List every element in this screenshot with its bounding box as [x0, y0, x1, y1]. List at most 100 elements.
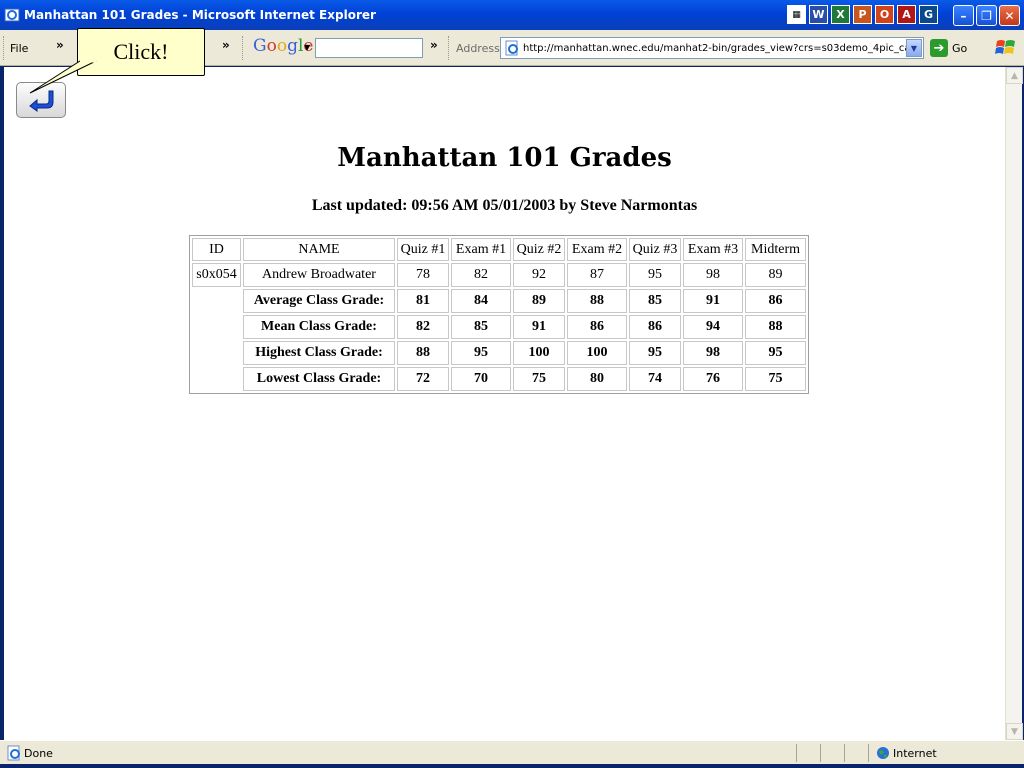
google-dropdown-icon[interactable]: ▼ — [304, 43, 310, 52]
address-url[interactable]: http://manhattan.wnec.edu/manhat2-bin/gr… — [523, 43, 906, 54]
go-label: Go — [952, 41, 968, 55]
col-header-exam1: Exam #1 — [451, 238, 511, 261]
blank-cell — [192, 289, 241, 313]
vertical-scrollbar[interactable]: ▲ ▼ — [1005, 67, 1023, 740]
status-separator — [868, 744, 869, 762]
blank-cell — [192, 367, 241, 391]
stat-cell: 72 — [397, 367, 449, 391]
stat-row-average: Average Class Grade: 81 84 89 88 85 91 8… — [192, 289, 806, 313]
stat-cell: 85 — [451, 315, 511, 339]
stat-cell: 84 — [451, 289, 511, 313]
score-cell: 87 — [567, 263, 627, 287]
stat-cell: 89 — [513, 289, 565, 313]
chevron-more-icon[interactable]: » — [56, 38, 64, 52]
stat-cell: 85 — [629, 289, 681, 313]
score-cell: 98 — [683, 263, 743, 287]
stat-cell: 100 — [513, 341, 565, 365]
col-header-exam3: Exam #3 — [683, 238, 743, 261]
stat-label: Average Class Grade: — [243, 289, 395, 313]
access-icon[interactable]: A — [897, 5, 916, 24]
stat-cell: 94 — [683, 315, 743, 339]
callout-pointer — [29, 60, 97, 94]
page-done-icon — [6, 745, 22, 761]
stat-cell: 95 — [629, 341, 681, 365]
status-separator — [796, 744, 797, 762]
stat-cell: 95 — [451, 341, 511, 365]
stat-cell: 75 — [513, 367, 565, 391]
google-search-input[interactable] — [315, 38, 423, 58]
stat-cell: 70 — [451, 367, 511, 391]
scroll-down-icon[interactable]: ▼ — [1006, 723, 1023, 740]
address-dropdown-icon[interactable]: ▼ — [906, 39, 922, 57]
grades-table: ID NAME Quiz #1 Exam #1 Quiz #2 Exam #2 … — [189, 235, 809, 394]
powerpoint-icon[interactable]: P — [853, 5, 872, 24]
toolbar-grip[interactable] — [3, 36, 6, 60]
stat-cell: 95 — [745, 341, 806, 365]
close-icon[interactable]: ✕ — [999, 5, 1020, 26]
title-bar: Manhattan 101 Grades - Microsoft Interne… — [0, 0, 1024, 30]
stat-cell: 86 — [745, 289, 806, 313]
stat-cell: 100 — [567, 341, 627, 365]
page-icon — [504, 40, 520, 56]
stat-row-highest: Highest Class Grade: 88 95 100 100 95 98… — [192, 341, 806, 365]
window-controls: – ❐ ✕ — [953, 5, 1020, 26]
status-bar: Done Internet — [0, 740, 1024, 764]
status-separator — [820, 744, 821, 762]
score-cell: 89 — [745, 263, 806, 287]
excel-icon[interactable]: X — [831, 5, 850, 24]
stat-row-lowest: Lowest Class Grade: 72 70 75 80 74 76 75 — [192, 367, 806, 391]
stat-label: Lowest Class Grade: — [243, 367, 395, 391]
stat-cell: 76 — [683, 367, 743, 391]
address-label: Address — [456, 42, 500, 55]
page-content: Manhattan 101 Grades Last updated: 09:56… — [4, 67, 1005, 740]
stat-cell: 82 — [397, 315, 449, 339]
window-frame-bottom — [0, 764, 1024, 768]
word-icon[interactable]: W — [809, 5, 828, 24]
stat-label: Highest Class Grade: — [243, 341, 395, 365]
stat-cell: 91 — [513, 315, 565, 339]
score-cell: 92 — [513, 263, 565, 287]
office-app-icon[interactable]: G — [919, 5, 938, 24]
status-separator — [844, 744, 845, 762]
last-updated: Last updated: 09:56 AM 05/01/2003 by Ste… — [311, 197, 698, 214]
window-title: Manhattan 101 Grades - Microsoft Interne… — [24, 8, 376, 22]
chevron-more-icon[interactable]: » — [430, 38, 438, 52]
score-cell: 95 — [629, 263, 681, 287]
stat-cell: 80 — [567, 367, 627, 391]
stat-cell: 88 — [397, 341, 449, 365]
col-header-quiz3: Quiz #3 — [629, 238, 681, 261]
stat-cell: 91 — [683, 289, 743, 313]
stat-row-mean: Mean Class Grade: 82 85 91 86 86 94 88 — [192, 315, 806, 339]
minimize-icon[interactable]: – — [953, 5, 974, 26]
col-header-name: NAME — [243, 238, 395, 261]
internet-globe-icon — [876, 746, 890, 760]
stat-cell: 88 — [567, 289, 627, 313]
toolbar-grip[interactable] — [448, 36, 451, 60]
toolbar-grip[interactable] — [242, 36, 245, 60]
student-name: Andrew Broadwater — [243, 263, 395, 287]
score-cell: 78 — [397, 263, 449, 287]
table-header-row: ID NAME Quiz #1 Exam #1 Quiz #2 Exam #2 … — [192, 238, 806, 261]
status-text: Done — [24, 747, 53, 760]
stat-label: Mean Class Grade: — [243, 315, 395, 339]
page-title: Manhattan 101 Grades — [337, 143, 672, 173]
blank-cell — [192, 315, 241, 339]
student-row: s0x054 Andrew Broadwater 78 82 92 87 95 … — [192, 263, 806, 287]
restore-icon[interactable]: ❐ — [976, 5, 997, 26]
ie-icon — [4, 7, 20, 23]
chevron-more-icon[interactable]: » — [222, 38, 230, 52]
office-shortcut-bar: ▦ W X P O A G — [787, 5, 938, 24]
score-cell: 82 — [451, 263, 511, 287]
scroll-up-icon[interactable]: ▲ — [1006, 67, 1023, 84]
col-header-quiz2: Quiz #2 — [513, 238, 565, 261]
outlook-icon[interactable]: O — [875, 5, 894, 24]
go-button[interactable]: ➔ Go — [930, 39, 967, 57]
stat-cell: 81 — [397, 289, 449, 313]
stat-cell: 86 — [567, 315, 627, 339]
address-bar[interactable]: http://manhattan.wnec.edu/manhat2-bin/gr… — [500, 37, 924, 59]
col-header-id: ID — [192, 238, 241, 261]
student-id: s0x054 — [192, 263, 241, 287]
stat-cell: 86 — [629, 315, 681, 339]
menu-file[interactable]: File — [10, 42, 28, 55]
office-bar-icon[interactable]: ▦ — [787, 5, 806, 24]
